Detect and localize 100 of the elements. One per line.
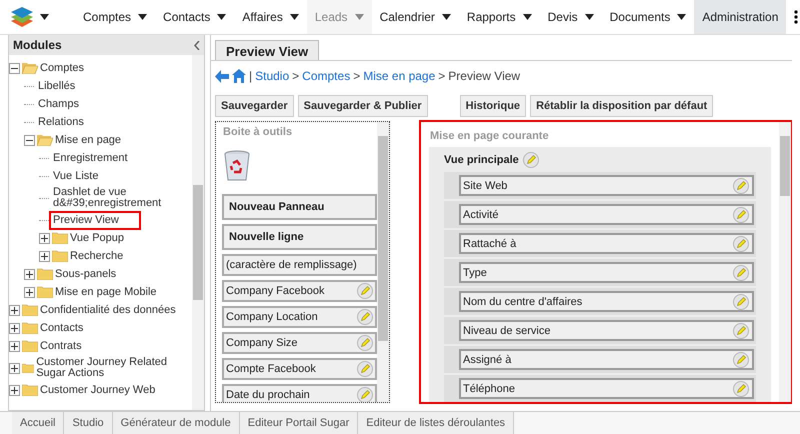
caret-icon: [138, 14, 148, 20]
pencil-icon[interactable]: [733, 206, 749, 222]
tree-item[interactable]: Recherche: [68, 248, 126, 264]
breadcrumb-arrow: >: [292, 69, 300, 83]
pencil-icon[interactable]: [357, 283, 373, 299]
layout-field[interactable]: Activité: [459, 204, 754, 225]
field-label: Site Web: [463, 180, 508, 192]
breadcrumb-link[interactable]: Studio: [255, 69, 290, 83]
tree-item[interactable]: Contrats: [38, 338, 84, 354]
pencil-icon[interactable]: [733, 322, 749, 338]
toolbar-button[interactable]: Sauvegarder: [215, 95, 294, 117]
tree-item[interactable]: Preview View: [51, 212, 139, 228]
collapse-sidebar-icon[interactable]: [194, 40, 200, 50]
expand-icon[interactable]: [24, 286, 35, 298]
pencil-icon[interactable]: [357, 361, 373, 377]
field-label: Assigné à: [463, 354, 512, 366]
pencil-icon[interactable]: [522, 152, 539, 168]
view-tab[interactable]: Preview View: [215, 40, 320, 60]
expand-icon[interactable]: [39, 232, 50, 244]
toolbox-field[interactable]: Company Size: [222, 332, 377, 354]
tree-item[interactable]: Libellés: [36, 78, 78, 94]
tree-item[interactable]: Contacts: [38, 320, 86, 336]
nav-tab[interactable]: Documents: [602, 0, 694, 34]
tree-item[interactable]: Mise en page Mobile: [53, 284, 159, 300]
nav-tab[interactable]: Administration: [694, 0, 786, 34]
toolbar-button[interactable]: Sauvegarder & Publier: [298, 95, 428, 117]
tree-item[interactable]: Vue Liste: [51, 168, 100, 184]
collapse-icon[interactable]: [9, 62, 20, 74]
field-label: Compte Facebook: [226, 363, 316, 375]
tree-item[interactable]: Champs: [36, 96, 81, 112]
pencil-icon[interactable]: [357, 387, 373, 402]
scrollbar[interactable]: [779, 122, 791, 402]
bottom-tab[interactable]: Editeur Portail Sugar: [240, 412, 358, 434]
pencil-icon[interactable]: [733, 294, 749, 310]
caret-icon: [290, 14, 299, 20]
nav-tab[interactable]: Comptes: [75, 0, 156, 34]
breadcrumb-current: Preview View: [448, 69, 520, 83]
tree-item[interactable]: Confidentialité des données: [38, 302, 178, 318]
tree-item[interactable]: Customer Journey Web: [38, 382, 158, 398]
expand-icon[interactable]: [9, 362, 20, 374]
folder-icon: [37, 286, 53, 298]
toolbar-button[interactable]: Historique: [460, 95, 526, 117]
expand-icon[interactable]: [24, 268, 35, 280]
folder-icon: [52, 232, 68, 244]
tree-item[interactable]: Sous-panels: [53, 266, 118, 282]
nav-tab[interactable]: Calendrier: [372, 0, 459, 34]
pencil-icon[interactable]: [733, 178, 749, 194]
expand-icon[interactable]: [39, 250, 50, 262]
tree-item[interactable]: Dashlet de vue d&#39;enregistrement: [51, 185, 192, 211]
pencil-icon[interactable]: [733, 352, 749, 368]
toolbox-field[interactable]: Date du prochain: [222, 384, 377, 402]
folder-icon: [22, 340, 38, 352]
expand-icon[interactable]: [9, 340, 20, 352]
bottom-tab[interactable]: Générateur de module: [112, 412, 240, 434]
pencil-icon[interactable]: [733, 380, 749, 396]
expand-icon[interactable]: [9, 384, 20, 396]
pencil-icon[interactable]: [357, 309, 373, 325]
expand-icon[interactable]: [9, 322, 20, 334]
layout-field[interactable]: Site Web: [459, 175, 754, 196]
bottom-tab[interactable]: Accueil: [12, 412, 64, 434]
pencil-icon[interactable]: [733, 236, 749, 252]
tree-item[interactable]: Customer Journey Related Sugar Actions: [34, 355, 192, 381]
pencil-icon[interactable]: [733, 264, 749, 280]
home-icon[interactable]: [232, 69, 246, 83]
nav-tab[interactable]: Contacts: [155, 0, 234, 34]
scrollbar[interactable]: [192, 55, 204, 410]
expand-icon[interactable]: [9, 304, 20, 316]
back-arrow-icon[interactable]: [215, 70, 229, 82]
logo[interactable]: [10, 6, 34, 28]
toolbox-field[interactable]: Company Facebook: [222, 280, 377, 302]
bottom-tab[interactable]: Editeur de listes déroulantes: [358, 412, 514, 434]
toolbar-button[interactable]: Rétablir la disposition par défaut: [530, 95, 714, 117]
tree-item[interactable]: Mise en page: [53, 132, 124, 148]
layout-field[interactable]: Type: [459, 262, 754, 283]
tree-item[interactable]: Enregistrement: [51, 150, 130, 166]
toolbox-item[interactable]: (caractère de remplissage): [222, 254, 377, 276]
tree-item[interactable]: Vue Popup: [68, 230, 126, 246]
toolbox-field[interactable]: Compte Facebook: [222, 358, 377, 380]
layout-field[interactable]: Rattaché à: [459, 233, 754, 254]
caret-icon: [40, 14, 49, 20]
layout-field[interactable]: Téléphone: [459, 378, 754, 399]
nav-tab[interactable]: Devis: [540, 0, 602, 34]
toolbox-item[interactable]: Nouvelle ligne: [222, 224, 377, 250]
layout-field[interactable]: Nom du centre d'affaires: [459, 291, 754, 312]
collapse-icon[interactable]: [24, 134, 35, 146]
toolbox-field[interactable]: Company Location: [222, 306, 377, 328]
pencil-icon[interactable]: [357, 335, 373, 351]
breadcrumb-arrow: >: [353, 69, 360, 83]
breadcrumb-link[interactable]: Comptes: [302, 69, 350, 83]
scrollbar[interactable]: [377, 122, 389, 402]
more-menu-icon[interactable]: [794, 10, 798, 24]
nav-tab[interactable]: Rapports: [458, 0, 540, 34]
bottom-tab[interactable]: Studio: [64, 412, 113, 434]
tree-item[interactable]: Comptes: [38, 60, 86, 76]
toolbox-item[interactable]: Nouveau Panneau: [222, 194, 377, 220]
nav-tab[interactable]: Affaires: [234, 0, 307, 34]
layout-field[interactable]: Niveau de service: [459, 320, 754, 341]
breadcrumb-link[interactable]: Mise en page: [363, 69, 436, 83]
tree-item[interactable]: Relations: [36, 114, 86, 130]
layout-field[interactable]: Assigné à: [459, 349, 754, 370]
